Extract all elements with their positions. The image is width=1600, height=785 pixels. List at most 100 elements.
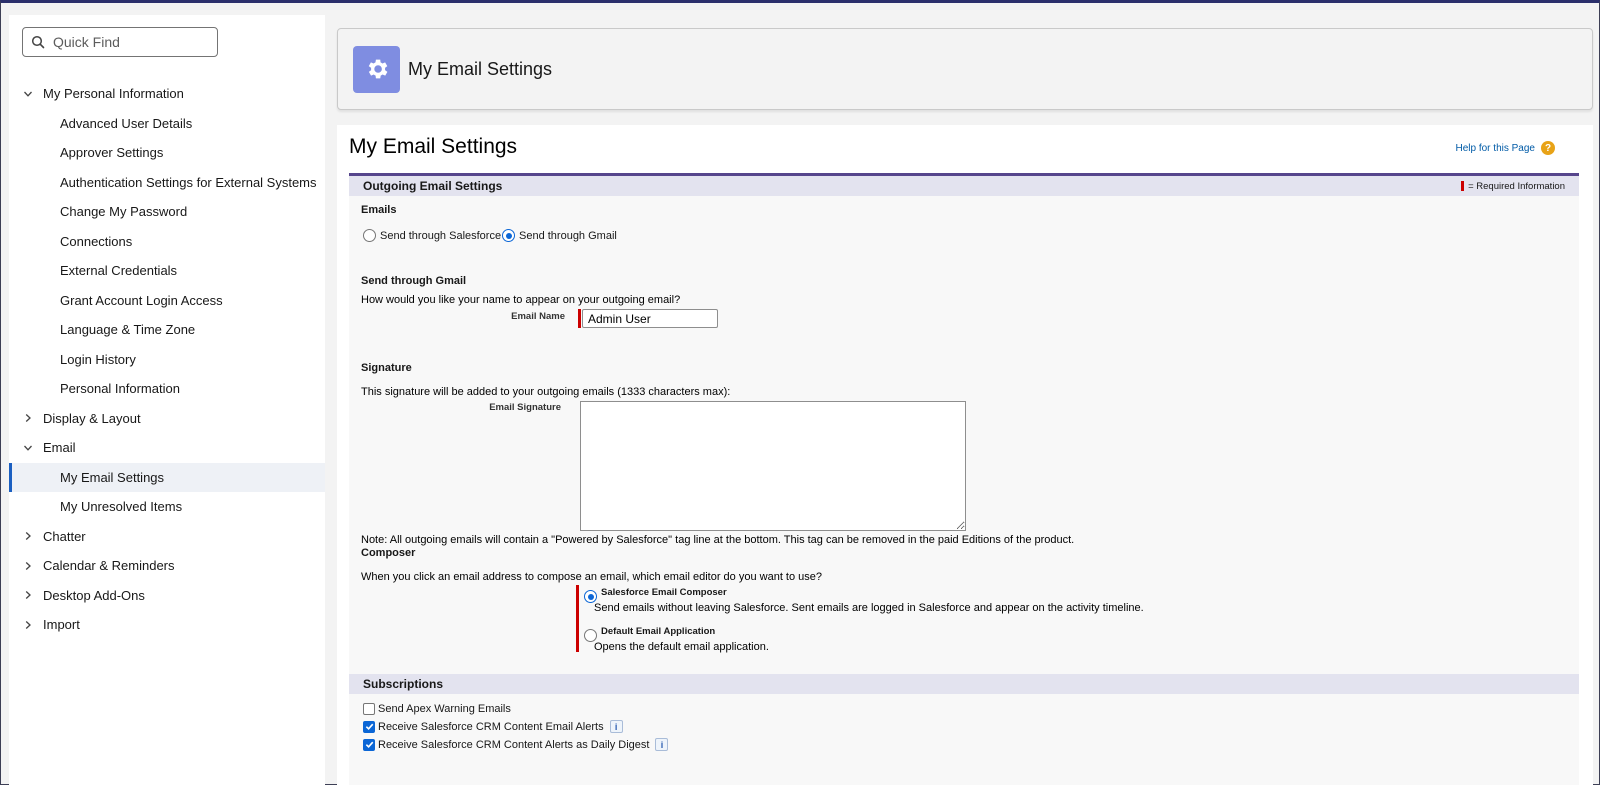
apex-warning-label: Send Apex Warning Emails	[378, 703, 511, 715]
sidebar-item-label: My Personal Information	[43, 86, 184, 102]
section-title: Outgoing Email Settings	[363, 179, 503, 193]
required-indicator-composer	[576, 585, 579, 652]
outgoing-email-section: Outgoing Email Settings = Required Infor…	[349, 173, 1579, 785]
chevron-right-icon	[23, 620, 43, 630]
sidebar-item-email[interactable]: Email	[9, 433, 325, 463]
help-link-label: Help for this Page	[1455, 142, 1536, 154]
sidebar-item-language-time-zone[interactable]: Language & Time Zone	[9, 315, 325, 345]
sidebar-item-display-layout[interactable]: Display & Layout	[9, 404, 325, 434]
email-signature-label: Email Signature	[489, 402, 561, 413]
required-marker	[1461, 181, 1465, 191]
sidebar-item-label: Advanced User Details	[60, 115, 193, 131]
sidebar-item-authentication-settings-for-external-systems[interactable]: Authentication Settings for External Sys…	[9, 168, 325, 198]
sub-apex-warning[interactable]: Send Apex Warning Emails	[363, 703, 511, 715]
sidebar-item-import[interactable]: Import	[9, 610, 325, 640]
apex-warning-checkbox[interactable]	[363, 703, 375, 715]
sidebar-item-external-credentials[interactable]: External Credentials	[9, 256, 325, 286]
email-name-input[interactable]	[582, 309, 718, 328]
composer-option-salesforce[interactable]: Salesforce Email Composer Send emails wi…	[584, 587, 1144, 614]
chevron-down-icon	[23, 89, 43, 99]
sidebar-item-personal-information[interactable]: Personal Information	[9, 374, 325, 404]
sidebar-item-approver-settings[interactable]: Approver Settings	[9, 138, 325, 168]
sidebar-item-label: Login History	[60, 351, 136, 367]
radio-gmail-control[interactable]	[502, 229, 515, 242]
required-indicator	[578, 309, 581, 328]
sub-daily-digest[interactable]: Receive Salesforce CRM Content Alerts as…	[363, 738, 669, 751]
required-legend-text: = Required Information	[1468, 180, 1565, 192]
checkmark-icon	[365, 723, 373, 731]
sidebar-item-my-personal-information[interactable]: My Personal Information	[9, 79, 325, 109]
page-title: My Email Settings	[349, 135, 518, 158]
sidebar-item-label: Authentication Settings for External Sys…	[60, 174, 317, 190]
composer-option-default[interactable]: Default Email Application Opens the defa…	[584, 626, 769, 653]
sidebar-item-label: Approver Settings	[60, 145, 164, 161]
signature-description: This signature will be added to your out…	[361, 386, 731, 398]
sidebar-item-grant-account-login-access[interactable]: Grant Account Login Access	[9, 286, 325, 316]
gmail-heading: Send through Gmail	[361, 275, 467, 287]
content-alerts-checkbox[interactable]	[363, 720, 375, 733]
sidebar-item-calendar-reminders[interactable]: Calendar & Reminders	[9, 551, 325, 581]
content-alerts-label: Receive Salesforce CRM Content Email Ale…	[378, 720, 604, 733]
sidebar-item-label: My Email Settings	[60, 469, 165, 485]
sub-content-alerts[interactable]: Receive Salesforce CRM Content Email Ale…	[363, 720, 623, 733]
sidebar-item-connections[interactable]: Connections	[9, 227, 325, 257]
radio-send-salesforce[interactable]: Send through Salesforce	[363, 229, 501, 242]
daily-digest-label: Receive Salesforce CRM Content Alerts as…	[378, 738, 650, 751]
required-legend: = Required Information	[1461, 181, 1565, 192]
sidebar-item-label: Import	[43, 617, 80, 633]
info-icon[interactable]: i	[655, 738, 669, 751]
quick-find[interactable]	[22, 27, 218, 57]
radio-salesforce-label: Send through Salesforce	[380, 229, 502, 242]
powered-by-note: Note: All outgoing emails will contain a…	[361, 534, 1075, 546]
subscriptions-header: Subscriptions	[349, 674, 1579, 694]
quick-find-input[interactable]	[53, 34, 213, 50]
sidebar-item-label: Connections	[60, 233, 133, 249]
name-question: How would you like your name to appear o…	[361, 294, 681, 306]
sidebar-item-desktop-add-ons[interactable]: Desktop Add-Ons	[9, 581, 325, 611]
chevron-right-icon	[23, 413, 43, 423]
sidebar-item-my-unresolved-items[interactable]: My Unresolved Items	[9, 492, 325, 522]
composer-default-desc: Opens the default email application.	[594, 641, 769, 653]
checkmark-icon	[365, 741, 373, 749]
sidebar-item-label: Calendar & Reminders	[43, 558, 175, 574]
sidebar-item-my-email-settings[interactable]: My Email Settings	[9, 462, 325, 492]
subscriptions-title: Subscriptions	[363, 677, 444, 691]
email-signature-textarea[interactable]	[580, 401, 966, 531]
chevron-right-icon	[23, 590, 43, 600]
daily-digest-checkbox[interactable]	[363, 738, 375, 751]
radio-salesforce-control[interactable]	[363, 229, 376, 242]
composer-salesforce-title: Salesforce Email Composer	[601, 587, 727, 598]
composer-heading: Composer	[361, 547, 416, 559]
chevron-down-icon	[23, 443, 43, 453]
composer-question: When you click an email address to compo…	[361, 571, 823, 583]
email-name-label: Email Name	[511, 311, 565, 322]
composer-default-title: Default Email Application	[601, 626, 716, 637]
setup-nav: My Personal Information Advanced User Det…	[9, 79, 325, 640]
sidebar-item-chatter[interactable]: Chatter	[9, 522, 325, 552]
sidebar-item-change-my-password[interactable]: Change My Password	[9, 197, 325, 227]
info-icon[interactable]: i	[609, 720, 623, 733]
main-content: My Email Settings Help for this Page ? O…	[337, 125, 1593, 785]
app-frame: My Personal Information Advanced User Det…	[0, 0, 1600, 785]
sidebar-item-label: Language & Time Zone	[60, 322, 196, 338]
section-header: Outgoing Email Settings = Required Infor…	[349, 176, 1579, 196]
chevron-right-icon	[23, 531, 43, 541]
help-icon: ?	[1541, 141, 1555, 155]
sidebar-item-label: My Unresolved Items	[60, 499, 183, 515]
gear-icon	[353, 45, 400, 93]
sidebar-item-label: Personal Information	[60, 381, 180, 397]
sidebar-item-login-history[interactable]: Login History	[9, 345, 325, 375]
composer-salesforce-desc: Send emails without leaving Salesforce. …	[594, 602, 1144, 614]
sidebar-item-label: External Credentials	[60, 263, 178, 279]
sidebar: My Personal Information Advanced User Det…	[9, 15, 325, 785]
sidebar-item-label: Grant Account Login Access	[60, 292, 223, 308]
header-title: My Email Settings	[408, 58, 553, 79]
sidebar-item-label: Display & Layout	[43, 410, 141, 426]
radio-send-gmail[interactable]: Send through Gmail	[502, 229, 617, 242]
sidebar-item-label: Email	[43, 440, 76, 456]
page-header: My Email Settings	[337, 28, 1593, 110]
sidebar-item-advanced-user-details[interactable]: Advanced User Details	[9, 109, 325, 139]
sidebar-item-label: Desktop Add-Ons	[43, 587, 145, 603]
help-link[interactable]: Help for this Page ?	[1455, 141, 1555, 155]
sidebar-item-label: Change My Password	[60, 204, 188, 220]
